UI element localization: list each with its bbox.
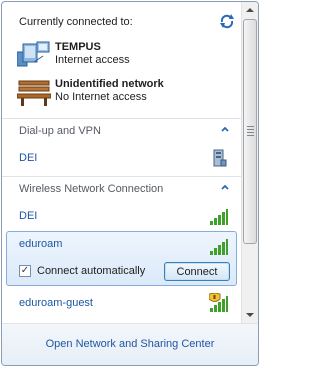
vpn-server-icon	[213, 149, 227, 167]
refresh-button[interactable]	[218, 12, 236, 30]
wifi-signal-shield-icon	[209, 293, 228, 312]
connect-automatically-option[interactable]: ✓ Connect automatically	[19, 265, 145, 277]
list-scrollbar[interactable]	[241, 2, 258, 323]
scroll-down-arrow-icon	[246, 313, 254, 317]
network-name: eduroam	[19, 238, 63, 250]
connect-automatically-checkbox[interactable]: ✓	[19, 265, 31, 277]
wifi-signal-icon	[210, 239, 228, 255]
connect-automatically-label: Connect automatically	[37, 265, 146, 277]
network-item-eduroam-guest[interactable]: eduroam-guest	[2, 289, 241, 317]
scroll-down-button[interactable]	[242, 307, 258, 323]
network-flyout: Currently connected to: TEMPUS Internet	[1, 1, 259, 366]
section-wireless[interactable]: Wireless Network Connection	[2, 176, 241, 200]
chevron-up-icon	[221, 184, 229, 190]
network-name: DEI	[19, 210, 38, 222]
connection-status: No Internet access	[55, 91, 147, 103]
current-connections-header: Currently connected to:	[19, 16, 133, 28]
park-bench-icon	[17, 80, 51, 106]
network-list: Currently connected to: TEMPUS Internet	[2, 2, 241, 323]
network-item-dei-wifi[interactable]: DEI	[2, 202, 241, 230]
current-connection-unidentified: Unidentified network No Internet access	[17, 77, 237, 109]
connection-status: Internet access	[55, 54, 130, 66]
current-connection-tempus: TEMPUS Internet access	[17, 40, 237, 72]
network-computers-icon	[17, 41, 50, 67]
scrollbar-thumb[interactable]	[243, 19, 257, 244]
connection-name: Unidentified network	[55, 78, 164, 90]
network-item-dei-vpn[interactable]: DEI	[2, 144, 241, 172]
scroll-up-arrow-icon	[246, 8, 254, 12]
section-dialup-vpn[interactable]: Dial-up and VPN	[2, 118, 241, 142]
network-name: eduroam-guest	[19, 297, 93, 309]
refresh-icon	[220, 14, 234, 29]
open-network-sharing-center-link[interactable]: Open Network and Sharing Center	[2, 338, 258, 350]
flyout-footer: Open Network and Sharing Center	[2, 323, 258, 365]
section-title: Dial-up and VPN	[19, 125, 101, 137]
wifi-signal-icon	[210, 209, 228, 225]
scroll-up-button[interactable]	[242, 2, 258, 18]
section-title: Wireless Network Connection	[19, 183, 164, 195]
network-name: DEI	[19, 152, 38, 164]
connection-name: TEMPUS	[55, 41, 101, 53]
connect-button[interactable]: Connect	[164, 262, 230, 281]
scrollbar-grip-icon	[247, 126, 254, 138]
network-item-eduroam[interactable]: eduroam ✓ Connect automatically Connect	[6, 231, 237, 286]
chevron-up-icon	[221, 126, 229, 132]
